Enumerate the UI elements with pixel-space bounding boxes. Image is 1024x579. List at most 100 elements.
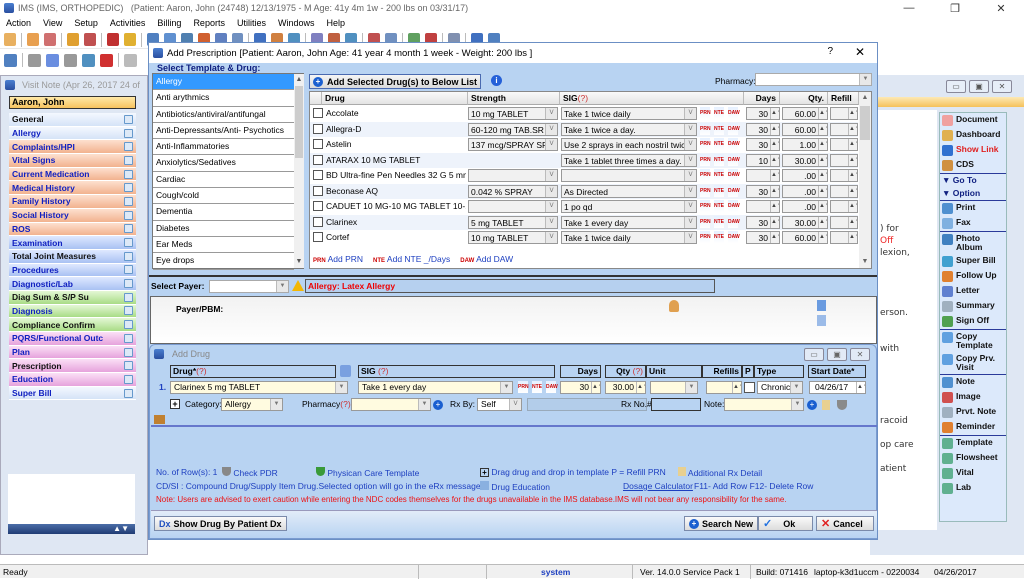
template-item[interactable]: Anti-Depressants/Anti- Psychotics <box>153 123 294 140</box>
chevron-down-icon[interactable]: ᐯ <box>684 201 696 212</box>
nte-icon[interactable]: NTE <box>714 231 724 243</box>
spin-icon[interactable]: ▲▼ <box>636 382 645 393</box>
action-go-to[interactable]: ▼ Go To <box>940 173 1006 187</box>
spin-icon[interactable]: ▲▼ <box>848 201 857 212</box>
strength-select[interactable]: ᐯ <box>468 169 558 182</box>
note-edit-icon[interactable] <box>124 347 133 357</box>
nav-item-pqrs-functional-outc[interactable]: PQRS/Functional Outc <box>9 332 136 346</box>
action-flowsheet[interactable]: Flowsheet <box>940 451 1006 466</box>
expand-icon[interactable]: + <box>170 399 180 409</box>
strength-select[interactable]: 10 mg TABLET ᐯ <box>468 107 558 120</box>
daw-icon[interactable]: DAW <box>728 200 740 212</box>
chevron-down-icon[interactable]: ᐯ <box>545 232 557 243</box>
rx-by-select[interactable]: Self ᐯ <box>477 398 522 411</box>
nav-item-prescription[interactable]: Prescription <box>9 359 136 374</box>
drug-search-icon[interactable] <box>340 365 351 377</box>
payer-select[interactable]: ▼ <box>209 280 289 293</box>
qty-stepper[interactable]: 1.00▲▼ <box>782 138 828 151</box>
note-edit-icon[interactable] <box>124 128 133 138</box>
action-note[interactable]: Note <box>940 374 1006 390</box>
drug-row[interactable]: Allegra-D 60-120 mg TAB.SR 1 ᐯ Take 1 twice… <box>310 121 858 137</box>
close-button[interactable]: ✕ <box>850 348 870 361</box>
chevron-down-icon[interactable]: ᐯ <box>684 216 696 228</box>
drug-input[interactable]: Clarinex 5 mg TABLET ▼ <box>170 381 348 394</box>
additional-rx-icon[interactable] <box>822 400 830 410</box>
spin-icon[interactable]: ▲▼ <box>770 185 779 197</box>
spin-icon[interactable]: ▲▼ <box>848 123 857 135</box>
nav-item-family-history[interactable]: Family History <box>9 195 136 209</box>
note-edit-icon[interactable] <box>124 224 133 234</box>
chevron-down-icon[interactable]: ᐯ <box>684 108 696 119</box>
daw-icon[interactable]: DAW <box>728 122 740 135</box>
nav-item-general[interactable]: General <box>9 113 136 127</box>
back-icon[interactable] <box>124 53 137 67</box>
action-lab[interactable]: Lab <box>940 481 1006 496</box>
strength-select[interactable]: 60-120 mg TAB.SR 1ᐯ <box>468 122 558 136</box>
spin-icon[interactable]: ▲▼ <box>818 232 827 243</box>
refill-stepper[interactable]: ▲▼ <box>830 231 858 244</box>
nav-item-social-history[interactable]: Social History <box>9 208 136 223</box>
refill-stepper[interactable]: ▲▼ <box>830 138 858 151</box>
sig-select[interactable]: ᐯ <box>561 169 697 182</box>
refill-stepper[interactable]: ▲▼ <box>830 184 858 198</box>
chevron-down-icon[interactable]: ᐯ <box>545 139 557 150</box>
prn-icon[interactable]: PRN <box>700 200 711 212</box>
nav-item-diagnosis[interactable]: Diagnosis <box>9 304 136 319</box>
drug-select-checkbox[interactable] <box>313 108 323 118</box>
nav-item-complaints-hpi[interactable]: Complaints/HPI <box>9 140 136 155</box>
chevron-down-icon[interactable]: ▼ <box>335 382 347 393</box>
restore-button[interactable]: ▣ <box>969 80 989 93</box>
template-item[interactable]: Ear Meds <box>153 237 294 254</box>
prn-icon[interactable]: PRN <box>700 138 711 150</box>
menu-reports[interactable]: Reports <box>193 18 225 28</box>
strength-select[interactable]: 5 mg TABLET ᐯ <box>468 215 558 229</box>
sig-select[interactable]: Take 1 twice a day. ᐯ <box>561 122 697 136</box>
refills-stepper[interactable]: ▲▼ <box>706 381 742 394</box>
drug-select-checkbox[interactable] <box>313 123 323 134</box>
add-pharmacy-icon[interactable]: + <box>433 400 443 410</box>
sig-select[interactable]: Take 1 twice daily ᐯ <box>561 231 697 244</box>
action-dashboard[interactable]: Dashboard <box>940 128 1006 143</box>
action-show-link[interactable]: Show Link <box>940 143 1006 158</box>
nav-item-diagnostic-lab[interactable]: Diagnostic/Lab <box>9 277 136 291</box>
heart-icon[interactable] <box>100 53 113 67</box>
pharmacy-select[interactable]: ▼ <box>755 73 872 86</box>
strength-select[interactable]: ᐯ <box>468 200 558 213</box>
note-edit-icon[interactable] <box>124 183 133 193</box>
daw-icon[interactable]: DAW <box>728 231 740 243</box>
action-option[interactable]: ▼ Option <box>940 187 1006 200</box>
template-item[interactable]: Cardiac <box>153 172 294 189</box>
action-super-bill[interactable]: Super Bill <box>940 254 1006 269</box>
spin-icon[interactable]: ▲▼ <box>848 139 857 150</box>
sig-select[interactable]: 1 po qd ᐯ <box>561 200 697 213</box>
daw-icon[interactable]: DAW <box>728 153 740 166</box>
qty-stepper[interactable]: 30.00▲▼ <box>782 153 828 167</box>
days-stepper[interactable]: 30▲▼ <box>746 122 780 136</box>
add-daw-link[interactable]: DAW Add DAW <box>460 254 513 264</box>
drug-select-checkbox[interactable] <box>313 201 323 211</box>
patient-search-icon[interactable] <box>26 33 39 46</box>
menu-view[interactable]: View <box>43 18 62 28</box>
spin-icon[interactable]: ▲▼ <box>818 170 827 181</box>
prn-icon[interactable]: PRN <box>700 184 711 197</box>
nav-scroll-arrows[interactable]: ▲▼ <box>8 524 135 534</box>
days-stepper[interactable]: 30▲▼ <box>746 231 780 244</box>
chevron-down-icon[interactable]: ▼ <box>500 382 512 393</box>
drug-row[interactable]: Beconase AQ 0.042 % SPRAY ᐯ As Directed ᐯ PRN… <box>310 183 858 199</box>
template-item[interactable]: Dementia <box>153 204 294 221</box>
template-list-scrollbar[interactable]: ▲ ▼ <box>294 74 304 268</box>
spin-icon[interactable]: ▲▼ <box>818 154 827 166</box>
chevron-down-icon[interactable]: ᐯ <box>684 154 696 166</box>
spin-icon[interactable]: ▲▼ <box>818 139 827 150</box>
patient-icon[interactable] <box>4 33 16 46</box>
action-copy-prv-visit[interactable]: Copy Prv. Visit <box>940 352 1006 374</box>
refill-stepper[interactable]: ▲▼ <box>830 200 858 213</box>
template-item[interactable]: Diabetes <box>153 221 294 237</box>
add-note-icon[interactable]: + <box>807 400 817 410</box>
action-summary[interactable]: Summary <box>940 299 1006 314</box>
spin-icon[interactable]: ▲▼ <box>770 232 779 243</box>
nte-icon[interactable]: NTE <box>714 138 724 150</box>
sig-select[interactable]: Take 1 twice daily ᐯ <box>561 107 697 120</box>
action-letter[interactable]: Letter <box>940 284 1006 299</box>
drug-select-checkbox[interactable] <box>313 216 323 227</box>
